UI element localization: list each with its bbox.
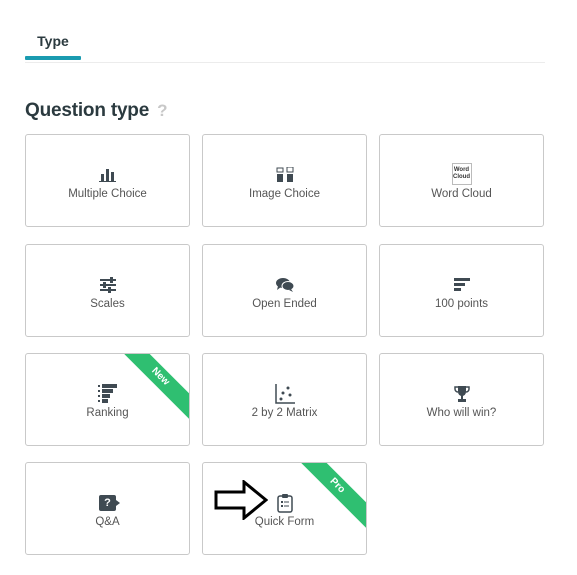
question-box-mark: ? <box>104 497 111 509</box>
question-type-grid: Multiple Choice Image Choice Word Cloud … <box>25 134 547 558</box>
card-2-by-2-matrix[interactable]: 2 by 2 Matrix <box>202 353 367 446</box>
card-label: Ranking <box>86 407 129 419</box>
card-image-choice[interactable]: Image Choice <box>202 134 367 227</box>
chat-bubbles-icon <box>203 275 366 295</box>
card-100-points[interactable]: 100 points <box>379 244 544 337</box>
card-label: Open Ended <box>252 298 317 310</box>
pointer-arrow-icon <box>214 478 269 522</box>
sliders-icon <box>26 275 189 295</box>
help-icon[interactable]: ? <box>157 101 167 121</box>
section-title: Question type? <box>25 100 167 122</box>
card-label: Q&A <box>95 516 120 528</box>
bar-chart-icon <box>26 165 189 185</box>
active-tab-indicator <box>25 56 81 60</box>
scatter-matrix-icon <box>203 384 366 404</box>
tab-bar: Type <box>25 0 545 63</box>
card-scales[interactable]: Scales <box>25 244 190 337</box>
tab-type[interactable]: Type <box>25 33 81 49</box>
card-label: Scales <box>90 298 125 310</box>
word-cloud-icon-word: Word <box>453 167 470 173</box>
card-label: Who will win? <box>426 407 497 419</box>
card-word-cloud[interactable]: Word Cloud Word Cloud <box>379 134 544 227</box>
card-label: Image Choice <box>249 188 320 200</box>
card-label: Multiple Choice <box>68 188 147 200</box>
card-open-ended[interactable]: Open Ended <box>202 244 367 337</box>
question-box-icon: ? <box>26 493 189 513</box>
trophy-icon <box>380 384 543 404</box>
card-label: Word Cloud <box>431 188 492 200</box>
card-q-and-a[interactable]: ? Q&A <box>25 462 190 555</box>
image-choice-icon <box>203 165 366 185</box>
card-who-will-win[interactable]: Who will win? <box>379 353 544 446</box>
card-ranking[interactable]: Ranking New <box>25 353 190 446</box>
word-cloud-icon-cloud: Cloud <box>453 174 470 180</box>
horizontal-bars-icon <box>380 275 543 295</box>
card-multiple-choice[interactable]: Multiple Choice <box>25 134 190 227</box>
word-cloud-icon: Word Cloud <box>380 162 543 186</box>
card-label: 100 points <box>434 298 489 310</box>
section-title-text: Question type <box>25 100 150 121</box>
card-label: 2 by 2 Matrix <box>251 407 318 419</box>
